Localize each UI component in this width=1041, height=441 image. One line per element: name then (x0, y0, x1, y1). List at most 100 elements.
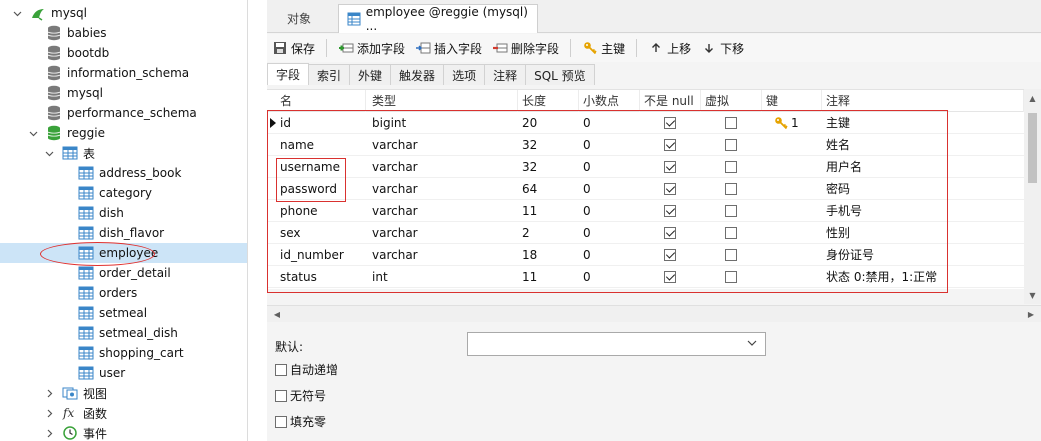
zerofill-checkbox[interactable]: 填充零 (275, 413, 326, 430)
tree-item-[interactable]: 视图 (0, 383, 247, 403)
table-row[interactable]: username varchar 32 0 用户名 (267, 156, 1024, 178)
cell-decimals[interactable]: 0 (579, 156, 640, 178)
tree-item-babies[interactable]: babies (0, 23, 247, 43)
cell-type[interactable]: int (368, 266, 518, 288)
cell-type[interactable]: varchar (368, 200, 518, 222)
cell-decimals[interactable]: 0 (579, 112, 640, 134)
tree-item-mysql[interactable]: mysql (0, 3, 247, 23)
cell-type[interactable]: varchar (368, 134, 518, 156)
tab-0[interactable]: 字段 (267, 63, 310, 85)
not-null-checkbox[interactable] (664, 117, 676, 129)
cell-comment[interactable]: 手机号 (822, 200, 1024, 222)
column-header[interactable]: 键 (762, 90, 822, 112)
chevron-right-icon[interactable] (44, 428, 54, 438)
save-button[interactable]: 保存 (267, 36, 320, 60)
cell-decimals[interactable]: 0 (579, 178, 640, 200)
not-null-checkbox[interactable] (664, 227, 676, 239)
unsigned-checkbox[interactable]: 无符号 (275, 387, 326, 404)
column-header[interactable]: 注释 (822, 90, 1024, 112)
cell-length[interactable]: 20 (518, 112, 579, 134)
chevron-right-icon[interactable] (44, 388, 54, 398)
checkbox-box[interactable] (275, 363, 287, 376)
cell-name[interactable]: phone (276, 200, 366, 222)
cell-type[interactable]: varchar (368, 222, 518, 244)
cell-decimals[interactable]: 0 (579, 266, 640, 288)
cell-comment[interactable]: 密码 (822, 178, 1024, 200)
tree-item-category[interactable]: category (0, 183, 247, 203)
chevron-down-icon[interactable] (12, 8, 22, 18)
virtual-checkbox[interactable] (725, 205, 737, 217)
tab-4[interactable]: 选项 (443, 64, 486, 85)
auto-increment-checkbox[interactable]: 自动递增 (275, 361, 338, 378)
tree-item-dish[interactable]: dish (0, 203, 247, 223)
cell-name[interactable]: password (276, 178, 366, 200)
primary-key-button[interactable]: 主键 (577, 36, 630, 60)
tree-item-[interactable]: 表 (0, 143, 247, 163)
cell-decimals[interactable]: 0 (579, 134, 640, 156)
scrollbar-thumb[interactable] (1028, 113, 1037, 183)
not-null-checkbox[interactable] (664, 161, 676, 173)
tree-item-user[interactable]: user (0, 363, 247, 383)
cell-name[interactable]: id (276, 112, 366, 134)
cell-name[interactable]: name (276, 134, 366, 156)
scroll-left-icon[interactable]: ◀ (269, 306, 285, 322)
tab-employee-design[interactable]: employee @reggie (mysql) ... (338, 4, 538, 33)
chevron-down-icon[interactable] (28, 128, 38, 138)
cell-length[interactable]: 11 (518, 266, 579, 288)
checkbox-box[interactable] (275, 415, 287, 428)
not-null-checkbox[interactable] (664, 139, 676, 151)
table-row[interactable]: name varchar 32 0 姓名 (267, 134, 1024, 156)
chevron-right-icon[interactable] (44, 408, 54, 418)
not-null-checkbox[interactable] (664, 205, 676, 217)
tree-item-bootdb[interactable]: bootdb (0, 43, 247, 63)
cell-type[interactable]: varchar (368, 244, 518, 266)
virtual-checkbox[interactable] (725, 227, 737, 239)
table-row[interactable]: password varchar 64 0 密码 (267, 178, 1024, 200)
cell-decimals[interactable]: 0 (579, 200, 640, 222)
scroll-right-icon[interactable]: ▶ (1023, 306, 1039, 322)
cell-length[interactable]: 18 (518, 244, 579, 266)
tree-item-[interactable]: 事件 (0, 423, 247, 441)
table-row[interactable]: sex varchar 2 0 性别 (267, 222, 1024, 244)
grid-vertical-scrollbar[interactable]: ▲ ▼ (1024, 89, 1041, 304)
cell-comment[interactable]: 性别 (822, 222, 1024, 244)
add-field-button[interactable]: 添加字段 (333, 36, 410, 60)
tree-item-orders[interactable]: orders (0, 283, 247, 303)
grid-horizontal-scrollbar[interactable]: ◀ ▶ (267, 305, 1041, 322)
tree-item-setmeal[interactable]: setmeal (0, 303, 247, 323)
virtual-checkbox[interactable] (725, 161, 737, 173)
column-header[interactable]: 名 (276, 90, 366, 112)
tree-item-reggie[interactable]: reggie (0, 123, 247, 143)
cell-decimals[interactable]: 0 (579, 244, 640, 266)
cell-comment[interactable]: 用户名 (822, 156, 1024, 178)
cell-length[interactable]: 32 (518, 156, 579, 178)
cell-length[interactable]: 11 (518, 200, 579, 222)
checkbox-box[interactable] (275, 389, 287, 402)
cell-type[interactable]: varchar (368, 156, 518, 178)
column-header[interactable]: 小数点 (579, 90, 640, 112)
tab-3[interactable]: 触发器 (390, 64, 445, 85)
table-row[interactable]: status int 11 0 状态 0:禁用，1:正常 (267, 266, 1024, 288)
virtual-checkbox[interactable] (725, 139, 737, 151)
cell-name[interactable]: username (276, 156, 366, 178)
virtual-checkbox[interactable] (725, 183, 737, 195)
not-null-checkbox[interactable] (664, 249, 676, 261)
chevron-down-icon[interactable] (44, 148, 54, 158)
tree-item-employee[interactable]: employee (0, 243, 247, 263)
tab-objects[interactable]: 对象 (279, 4, 319, 33)
move-up-button[interactable]: 上移 (643, 36, 696, 60)
scroll-down-icon[interactable]: ▼ (1024, 288, 1041, 302)
cell-length[interactable]: 64 (518, 178, 579, 200)
cell-name[interactable]: id_number (276, 244, 366, 266)
cell-name[interactable]: status (276, 266, 366, 288)
tree-item-order_detail[interactable]: order_detail (0, 263, 247, 283)
scroll-up-icon[interactable]: ▲ (1024, 91, 1041, 105)
tree-item-dish_flavor[interactable]: dish_flavor (0, 223, 247, 243)
cell-decimals[interactable]: 0 (579, 222, 640, 244)
column-header[interactable]: 不是 null (640, 90, 701, 112)
tree-item-mysql[interactable]: mysql (0, 83, 247, 103)
table-row[interactable]: id_number varchar 18 0 身份证号 (267, 244, 1024, 266)
cell-comment[interactable]: 主键 (822, 112, 1024, 134)
tree-item-information_schema[interactable]: information_schema (0, 63, 247, 83)
cell-length[interactable]: 2 (518, 222, 579, 244)
